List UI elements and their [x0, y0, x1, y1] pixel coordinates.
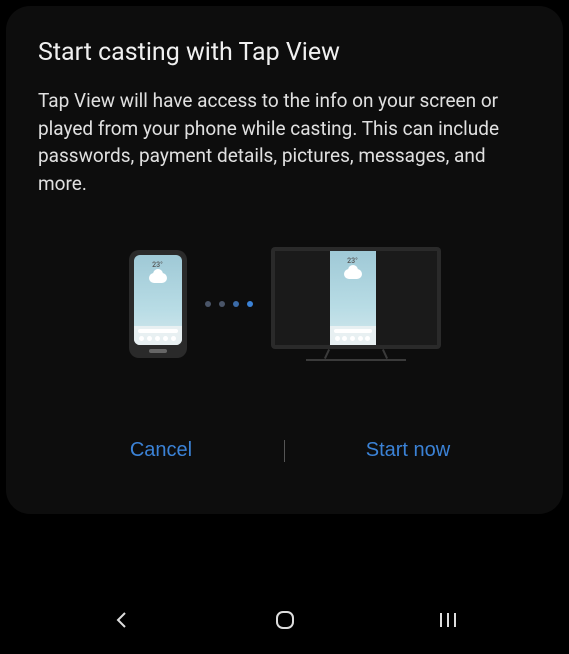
home-button[interactable]: [271, 606, 299, 634]
dialog-title: Start casting with Tap View: [38, 38, 531, 67]
connection-dot: [247, 301, 253, 307]
tv-screen: 23°: [330, 251, 376, 345]
dialog-buttons: Cancel Start now: [38, 421, 531, 490]
tv-icon: 23°: [271, 247, 441, 361]
connection-dot: [219, 301, 225, 307]
recent-icon: [437, 610, 459, 630]
cast-permission-dialog: Start casting with Tap View Tap View wil…: [6, 6, 563, 514]
connection-dots: [205, 301, 253, 307]
dialog-description: Tap View will have access to the info on…: [38, 87, 531, 197]
tv-temperature: 23°: [347, 257, 358, 265]
tv-dock: [330, 326, 376, 345]
phone-temperature: 23°: [152, 261, 163, 269]
cast-illustration: 23° 23°: [38, 247, 531, 361]
back-icon: [112, 610, 132, 630]
tv-stand: [306, 349, 406, 361]
connection-dot: [205, 301, 211, 307]
home-icon: [273, 608, 297, 632]
phone-icon: 23°: [129, 250, 187, 358]
cancel-button[interactable]: Cancel: [38, 431, 284, 470]
cloud-icon: [149, 273, 167, 283]
phone-home-indicator: [149, 349, 167, 353]
back-button[interactable]: [108, 606, 136, 634]
connection-dot: [233, 301, 239, 307]
navigation-bar: [0, 594, 569, 646]
cloud-icon: [344, 269, 362, 279]
start-now-button[interactable]: Start now: [285, 431, 531, 470]
phone-screen: 23°: [134, 255, 182, 345]
recent-apps-button[interactable]: [434, 606, 462, 634]
phone-dock: [134, 326, 182, 345]
